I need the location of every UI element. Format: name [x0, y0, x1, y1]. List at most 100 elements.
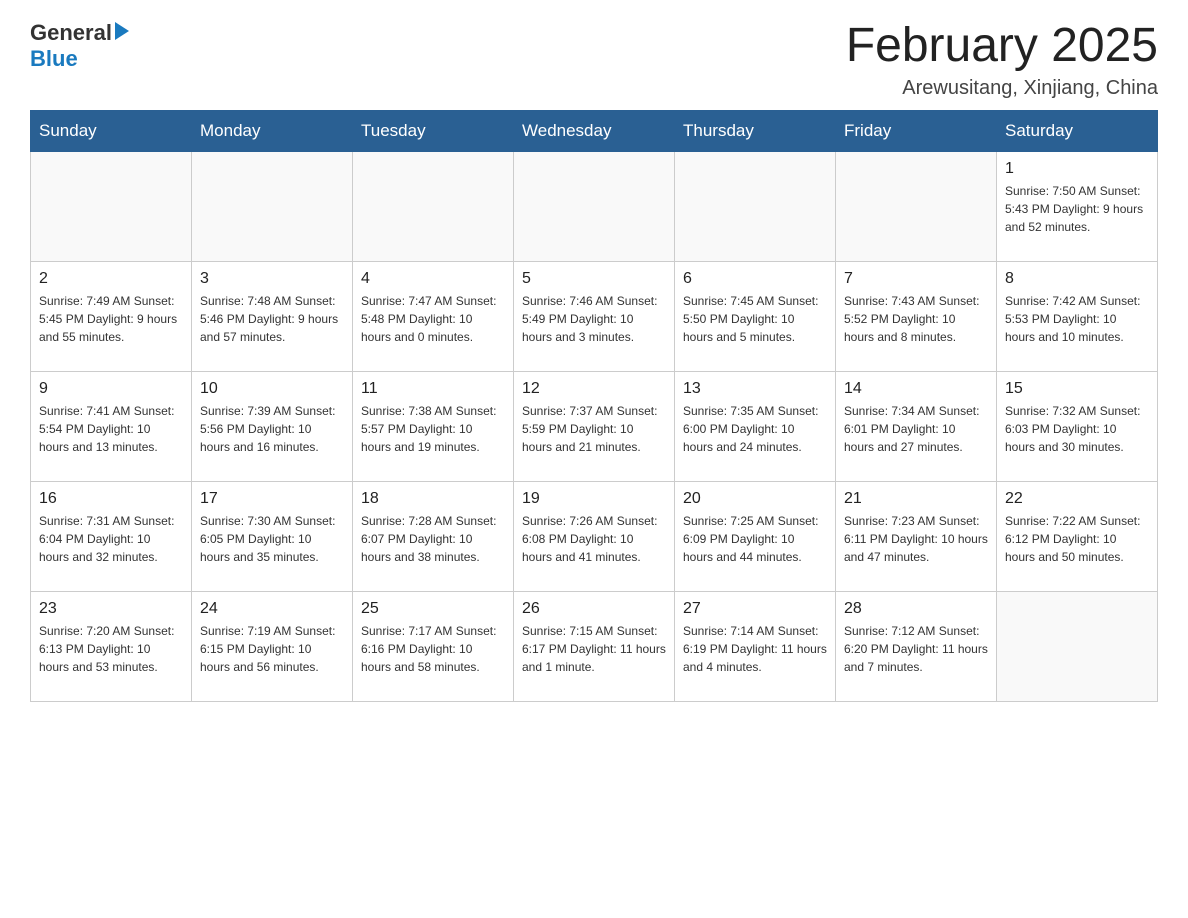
weekday-header-sunday: Sunday: [31, 110, 192, 151]
day-number: 28: [844, 600, 988, 618]
day-number: 19: [522, 490, 666, 508]
calendar-cell: [192, 151, 353, 261]
page-header: General Blue February 2025 Arewusitang, …: [30, 20, 1158, 100]
calendar-cell: [31, 151, 192, 261]
calendar-cell: 10 Sunrise: 7:39 AM Sunset: 5:56 PM Dayli…: [192, 371, 353, 481]
day-info: Sunrise: 7:25 AM Sunset: 6:09 PM Dayligh…: [683, 512, 827, 566]
day-info: Sunrise: 7:22 AM Sunset: 6:12 PM Dayligh…: [1005, 512, 1149, 566]
day-number: 9: [39, 380, 183, 398]
day-info: Sunrise: 7:34 AM Sunset: 6:01 PM Dayligh…: [844, 402, 988, 456]
calendar-week-row: 2 Sunrise: 7:49 AM Sunset: 5:45 PM Daylig…: [31, 261, 1158, 371]
calendar-cell: 13 Sunrise: 7:35 AM Sunset: 6:00 PM Dayli…: [675, 371, 836, 481]
day-number: 12: [522, 380, 666, 398]
day-number: 5: [522, 270, 666, 288]
day-number: 15: [1005, 380, 1149, 398]
day-number: 20: [683, 490, 827, 508]
logo-blue-text: Blue: [30, 46, 78, 71]
weekday-header-saturday: Saturday: [997, 110, 1158, 151]
day-info: Sunrise: 7:45 AM Sunset: 5:50 PM Dayligh…: [683, 292, 827, 346]
day-number: 13: [683, 380, 827, 398]
logo-triangle-icon: [115, 22, 129, 40]
day-info: Sunrise: 7:20 AM Sunset: 6:13 PM Dayligh…: [39, 622, 183, 676]
day-info: Sunrise: 7:31 AM Sunset: 6:04 PM Dayligh…: [39, 512, 183, 566]
day-info: Sunrise: 7:26 AM Sunset: 6:08 PM Dayligh…: [522, 512, 666, 566]
calendar-cell: 7 Sunrise: 7:43 AM Sunset: 5:52 PM Daylig…: [836, 261, 997, 371]
day-info: Sunrise: 7:48 AM Sunset: 5:46 PM Dayligh…: [200, 292, 344, 346]
day-number: 27: [683, 600, 827, 618]
calendar-cell: 20 Sunrise: 7:25 AM Sunset: 6:09 PM Dayli…: [675, 481, 836, 591]
calendar-cell: 18 Sunrise: 7:28 AM Sunset: 6:07 PM Dayli…: [353, 481, 514, 591]
day-number: 11: [361, 380, 505, 398]
calendar-cell: [353, 151, 514, 261]
day-info: Sunrise: 7:35 AM Sunset: 6:00 PM Dayligh…: [683, 402, 827, 456]
calendar-cell: 23 Sunrise: 7:20 AM Sunset: 6:13 PM Dayli…: [31, 591, 192, 701]
day-number: 7: [844, 270, 988, 288]
calendar-table: SundayMondayTuesdayWednesdayThursdayFrid…: [30, 110, 1158, 702]
day-number: 6: [683, 270, 827, 288]
calendar-cell: 16Sunrise: 7:31 AM Sunset: 6:04 PM Dayli…: [31, 481, 192, 591]
day-info: Sunrise: 7:38 AM Sunset: 5:57 PM Dayligh…: [361, 402, 505, 456]
calendar-cell: 25Sunrise: 7:17 AM Sunset: 6:16 PM Dayli…: [353, 591, 514, 701]
calendar-week-row: 9Sunrise: 7:41 AM Sunset: 5:54 PM Daylig…: [31, 371, 1158, 481]
day-info: Sunrise: 7:47 AM Sunset: 5:48 PM Dayligh…: [361, 292, 505, 346]
calendar-cell: 27 Sunrise: 7:14 AM Sunset: 6:19 PM Dayli…: [675, 591, 836, 701]
day-info: Sunrise: 7:17 AM Sunset: 6:16 PM Dayligh…: [361, 622, 505, 676]
calendar-cell: [514, 151, 675, 261]
weekday-header-wednesday: Wednesday: [514, 110, 675, 151]
day-number: 22: [1005, 490, 1149, 508]
calendar-cell: 21 Sunrise: 7:23 AM Sunset: 6:11 PM Dayli…: [836, 481, 997, 591]
day-number: 17: [200, 490, 344, 508]
day-info: Sunrise: 7:46 AM Sunset: 5:49 PM Dayligh…: [522, 292, 666, 346]
calendar-cell: 22 Sunrise: 7:22 AM Sunset: 6:12 PM Dayli…: [997, 481, 1158, 591]
calendar-cell: 3 Sunrise: 7:48 AM Sunset: 5:46 PM Daylig…: [192, 261, 353, 371]
day-info: Sunrise: 7:15 AM Sunset: 6:17 PM Dayligh…: [522, 622, 666, 676]
day-number: 21: [844, 490, 988, 508]
day-number: 3: [200, 270, 344, 288]
day-number: 10: [200, 380, 344, 398]
calendar-cell: 17Sunrise: 7:30 AM Sunset: 6:05 PM Dayli…: [192, 481, 353, 591]
day-number: 14: [844, 380, 988, 398]
day-info: Sunrise: 7:28 AM Sunset: 6:07 PM Dayligh…: [361, 512, 505, 566]
calendar-cell: 19 Sunrise: 7:26 AM Sunset: 6:08 PM Dayli…: [514, 481, 675, 591]
calendar-cell: [997, 591, 1158, 701]
calendar-cell: [675, 151, 836, 261]
calendar-cell: 26 Sunrise: 7:15 AM Sunset: 6:17 PM Dayli…: [514, 591, 675, 701]
calendar-cell: 8 Sunrise: 7:42 AM Sunset: 5:53 PM Daylig…: [997, 261, 1158, 371]
logo: General Blue: [30, 20, 129, 72]
calendar-cell: 5 Sunrise: 7:46 AM Sunset: 5:49 PM Daylig…: [514, 261, 675, 371]
day-number: 18: [361, 490, 505, 508]
day-info: Sunrise: 7:39 AM Sunset: 5:56 PM Dayligh…: [200, 402, 344, 456]
calendar-cell: 11 Sunrise: 7:38 AM Sunset: 5:57 PM Dayli…: [353, 371, 514, 481]
day-info: Sunrise: 7:14 AM Sunset: 6:19 PM Dayligh…: [683, 622, 827, 676]
calendar-cell: 4 Sunrise: 7:47 AM Sunset: 5:48 PM Daylig…: [353, 261, 514, 371]
weekday-header-row: SundayMondayTuesdayWednesdayThursdayFrid…: [31, 110, 1158, 151]
day-info: Sunrise: 7:23 AM Sunset: 6:11 PM Dayligh…: [844, 512, 988, 566]
day-info: Sunrise: 7:49 AM Sunset: 5:45 PM Dayligh…: [39, 292, 183, 346]
day-number: 23: [39, 600, 183, 618]
calendar-cell: 2 Sunrise: 7:49 AM Sunset: 5:45 PM Daylig…: [31, 261, 192, 371]
month-title: February 2025: [846, 20, 1158, 73]
calendar-cell: 15 Sunrise: 7:32 AM Sunset: 6:03 PM Dayli…: [997, 371, 1158, 481]
day-info: Sunrise: 7:50 AM Sunset: 5:43 PM Dayligh…: [1005, 182, 1149, 236]
calendar-cell: 9Sunrise: 7:41 AM Sunset: 5:54 PM Daylig…: [31, 371, 192, 481]
calendar-cell: 6 Sunrise: 7:45 AM Sunset: 5:50 PM Daylig…: [675, 261, 836, 371]
day-number: 2: [39, 270, 183, 288]
day-number: 26: [522, 600, 666, 618]
day-info: Sunrise: 7:42 AM Sunset: 5:53 PM Dayligh…: [1005, 292, 1149, 346]
day-info: Sunrise: 7:19 AM Sunset: 6:15 PM Dayligh…: [200, 622, 344, 676]
day-info: Sunrise: 7:37 AM Sunset: 5:59 PM Dayligh…: [522, 402, 666, 456]
calendar-cell: 12 Sunrise: 7:37 AM Sunset: 5:59 PM Dayli…: [514, 371, 675, 481]
day-number: 4: [361, 270, 505, 288]
day-number: 24: [200, 600, 344, 618]
day-info: Sunrise: 7:32 AM Sunset: 6:03 PM Dayligh…: [1005, 402, 1149, 456]
logo-general-text: General: [30, 20, 112, 46]
weekday-header-tuesday: Tuesday: [353, 110, 514, 151]
day-number: 1: [1005, 160, 1149, 178]
calendar-week-row: 16Sunrise: 7:31 AM Sunset: 6:04 PM Dayli…: [31, 481, 1158, 591]
day-info: Sunrise: 7:43 AM Sunset: 5:52 PM Dayligh…: [844, 292, 988, 346]
location-subtitle: Arewusitang, Xinjiang, China: [846, 77, 1158, 100]
calendar-cell: 28 Sunrise: 7:12 AM Sunset: 6:20 PM Dayli…: [836, 591, 997, 701]
day-info: Sunrise: 7:12 AM Sunset: 6:20 PM Dayligh…: [844, 622, 988, 676]
calendar-week-row: 1 Sunrise: 7:50 AM Sunset: 5:43 PM Daylig…: [31, 151, 1158, 261]
day-number: 8: [1005, 270, 1149, 288]
